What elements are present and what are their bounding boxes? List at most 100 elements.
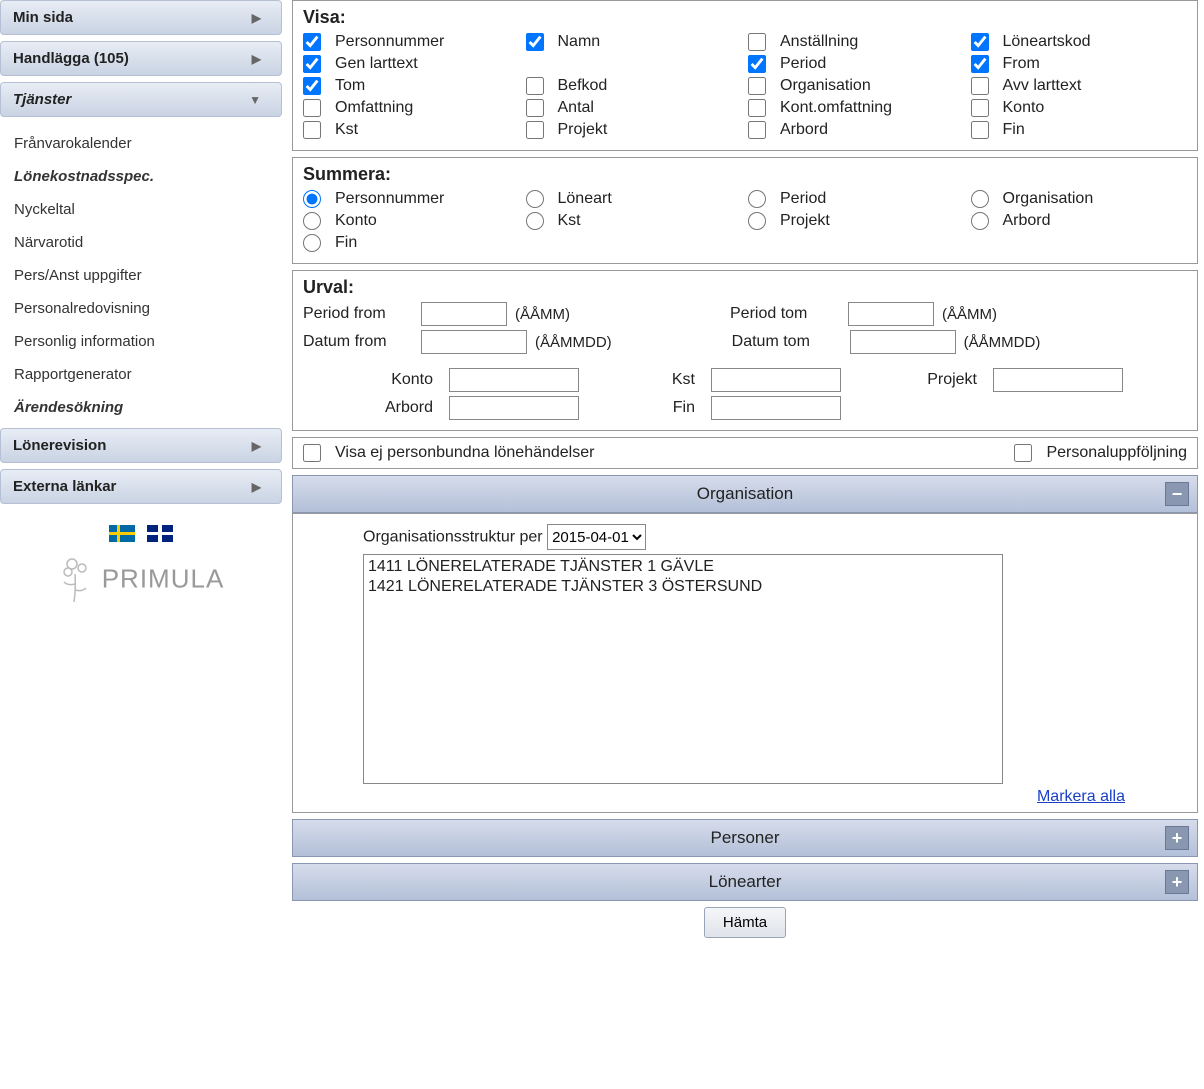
visa-label: Omfattning bbox=[335, 99, 413, 117]
summera-label: Period bbox=[780, 190, 826, 208]
sidebar-item[interactable]: Pers/Anst uppgifter bbox=[14, 259, 282, 292]
period-from-label: Period from bbox=[303, 305, 413, 323]
datum-from-input[interactable] bbox=[421, 330, 527, 354]
visa-checkbox[interactable] bbox=[971, 77, 989, 95]
datum-tom-input[interactable] bbox=[850, 330, 956, 354]
visa-item: Organisation bbox=[748, 76, 965, 96]
period-tom-input[interactable] bbox=[848, 302, 934, 326]
summera-radio[interactable] bbox=[748, 190, 766, 208]
summera-radio[interactable] bbox=[748, 212, 766, 230]
mark-all-link[interactable]: Markera alla bbox=[1037, 788, 1125, 805]
org-list-item[interactable]: 1421 LÖNERELATERADE TJÄNSTER 3 ÖSTERSUND bbox=[368, 577, 998, 597]
visa-checkbox[interactable] bbox=[303, 77, 321, 95]
nav-header[interactable]: Handlägga (105)▶ bbox=[0, 41, 282, 76]
expand-icon[interactable]: + bbox=[1165, 826, 1189, 850]
visa-checkbox[interactable] bbox=[971, 99, 989, 117]
visa-item: Befkod bbox=[526, 76, 743, 96]
visa-checkbox[interactable] bbox=[971, 33, 989, 51]
visa-label: Anställning bbox=[780, 33, 858, 51]
sidebar-item[interactable]: Frånvarokalender bbox=[14, 127, 282, 160]
visa-ej-checkbox[interactable] bbox=[303, 444, 321, 462]
personalupp-checkbox[interactable] bbox=[1014, 444, 1032, 462]
visa-checkbox[interactable] bbox=[526, 33, 544, 51]
fetch-button[interactable]: Hämta bbox=[704, 907, 786, 938]
expand-icon[interactable]: + bbox=[1165, 870, 1189, 894]
summera-label: Kst bbox=[558, 212, 581, 230]
period-tom-label: Period tom bbox=[730, 305, 840, 323]
visa-checkbox[interactable] bbox=[303, 121, 321, 139]
sidebar-item[interactable]: Lönekostnadsspec. bbox=[14, 160, 282, 193]
summera-radio[interactable] bbox=[303, 234, 321, 252]
kst-input[interactable] bbox=[711, 368, 841, 392]
visa-checkbox[interactable] bbox=[971, 55, 989, 73]
visa-checkbox[interactable] bbox=[526, 121, 544, 139]
visa-item: Kst bbox=[303, 120, 520, 140]
extra-options: Visa ej personbundna lönehändelser Perso… bbox=[292, 437, 1198, 469]
fin-input[interactable] bbox=[711, 396, 841, 420]
sidebar-item[interactable]: Ärendesökning bbox=[14, 391, 282, 424]
kst-label: Kst bbox=[595, 371, 705, 389]
visa-checkbox[interactable] bbox=[526, 77, 544, 95]
org-list[interactable]: 1411 LÖNERELATERADE TJÄNSTER 1 GÄVLE1421… bbox=[363, 554, 1003, 784]
sidebar-item[interactable]: Nyckeltal bbox=[14, 193, 282, 226]
organisation-body: Organisationsstruktur per 2015-04-01 141… bbox=[292, 513, 1198, 813]
summera-radio[interactable] bbox=[303, 212, 321, 230]
summera-item: Konto bbox=[303, 211, 520, 231]
visa-checkbox[interactable] bbox=[748, 33, 766, 51]
lonearter-title: Lönearter bbox=[709, 872, 782, 891]
nav-header[interactable]: Min sida▶ bbox=[0, 0, 282, 35]
visa-item: From bbox=[971, 54, 1188, 74]
visa-checkbox[interactable] bbox=[748, 121, 766, 139]
summera-radio[interactable] bbox=[526, 212, 544, 230]
org-list-item[interactable]: 1411 LÖNERELATERADE TJÄNSTER 1 GÄVLE bbox=[368, 557, 998, 577]
summera-item: Projekt bbox=[748, 211, 965, 231]
nav-header[interactable]: Lönerevision▶ bbox=[0, 428, 282, 463]
summera-radio[interactable] bbox=[971, 190, 989, 208]
flag-uk-icon[interactable] bbox=[147, 525, 173, 542]
nav-header[interactable]: Tjänster▼ bbox=[0, 82, 282, 117]
visa-checkbox[interactable] bbox=[303, 55, 321, 73]
summera-label: Löneart bbox=[558, 190, 612, 208]
projekt-input[interactable] bbox=[993, 368, 1123, 392]
organisation-header[interactable]: Organisation − bbox=[292, 475, 1198, 513]
visa-label: Gen larttext bbox=[335, 55, 418, 73]
sidebar-item[interactable]: Personalredovisning bbox=[14, 292, 282, 325]
visa-item: Namn bbox=[526, 32, 743, 52]
chevron-right-icon: ▶ bbox=[252, 11, 261, 25]
visa-checkbox[interactable] bbox=[303, 33, 321, 51]
sidebar-item[interactable]: Rapportgenerator bbox=[14, 358, 282, 391]
summera-label: Arbord bbox=[1003, 212, 1051, 230]
lonearter-header[interactable]: Lönearter + bbox=[292, 863, 1198, 901]
projekt-label: Projekt bbox=[857, 371, 987, 389]
org-date-select[interactable]: 2015-04-01 bbox=[547, 524, 646, 550]
summera-radio[interactable] bbox=[971, 212, 989, 230]
nav-header[interactable]: Externa länkar▶ bbox=[0, 469, 282, 504]
konto-input[interactable] bbox=[449, 368, 579, 392]
visa-item: Kont.omfattning bbox=[748, 98, 965, 118]
sidebar-item[interactable]: Närvarotid bbox=[14, 226, 282, 259]
visa-item: Period bbox=[748, 54, 965, 74]
visa-item: Avv larttext bbox=[971, 76, 1188, 96]
visa-item: Anställning bbox=[748, 32, 965, 52]
sidebar-item[interactable]: Personlig information bbox=[14, 325, 282, 358]
period-from-input[interactable] bbox=[421, 302, 507, 326]
urval-panel: Urval: Period from (ÅÅMM) Period tom (ÅÅ… bbox=[292, 270, 1198, 431]
arbord-input[interactable] bbox=[449, 396, 579, 420]
visa-item: Personnummer bbox=[303, 32, 520, 52]
visa-item bbox=[526, 54, 743, 74]
summera-radio[interactable] bbox=[303, 190, 321, 208]
language-flags bbox=[0, 524, 282, 542]
visa-checkbox[interactable] bbox=[526, 99, 544, 117]
visa-checkbox[interactable] bbox=[748, 55, 766, 73]
summera-radio[interactable] bbox=[526, 190, 544, 208]
visa-checkbox[interactable] bbox=[748, 77, 766, 95]
sidebar: Min sida▶ Handlägga (105)▶ Tjänster▼ Frånva… bbox=[0, 0, 286, 938]
visa-label: Konto bbox=[1003, 99, 1045, 117]
period-tom-hint: (ÅÅMM) bbox=[942, 306, 997, 323]
visa-checkbox[interactable] bbox=[971, 121, 989, 139]
visa-checkbox[interactable] bbox=[303, 99, 321, 117]
visa-checkbox[interactable] bbox=[748, 99, 766, 117]
flag-sweden-icon[interactable] bbox=[109, 525, 135, 542]
collapse-icon[interactable]: − bbox=[1165, 482, 1189, 506]
personer-header[interactable]: Personer + bbox=[292, 819, 1198, 857]
